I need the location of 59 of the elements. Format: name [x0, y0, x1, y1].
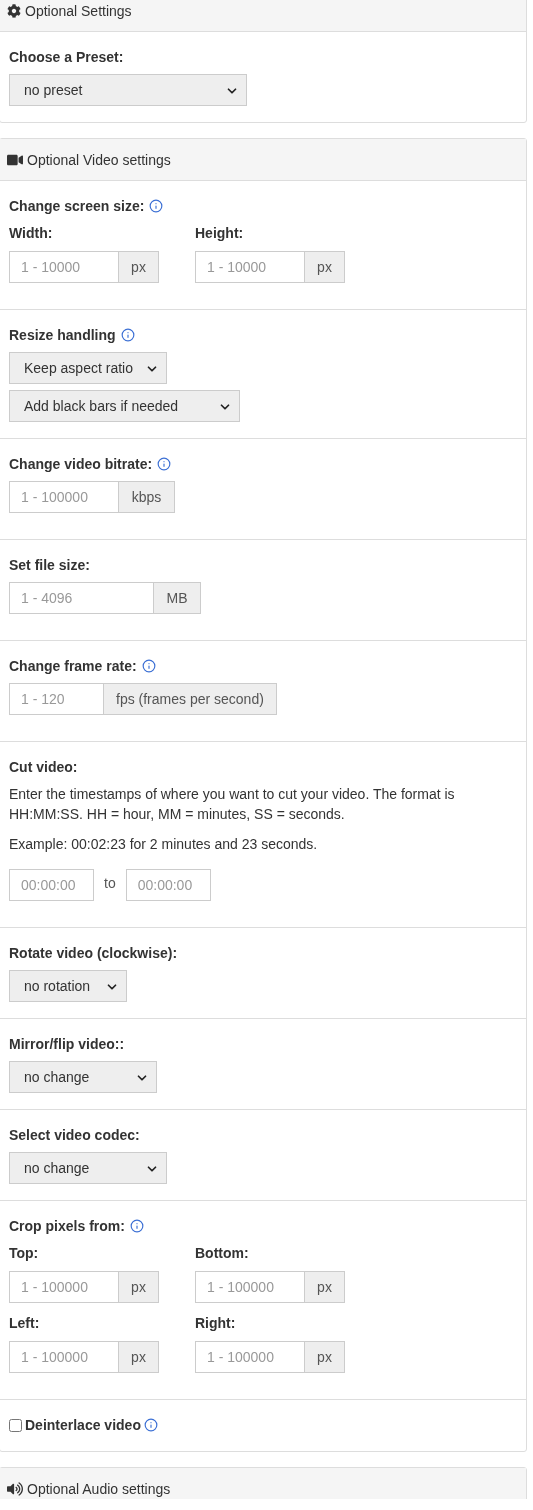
field-label: Width:: [9, 224, 54, 243]
field-label: Change video bitrate:: [9, 455, 153, 474]
field-label: Rotate video (clockwise):: [9, 944, 178, 963]
info-icon[interactable]: [143, 1418, 158, 1432]
unit-addon: px: [119, 1271, 159, 1303]
time-input[interactable]: 00:00:00: [9, 869, 94, 901]
unit-addon: px: [305, 1271, 345, 1303]
range-separator: to: [104, 875, 116, 891]
number-input[interactable]: 1 - 100000: [195, 1271, 305, 1303]
info-icon[interactable]: [157, 457, 172, 471]
info-icon[interactable]: [129, 1219, 144, 1233]
field-label: Top:: [9, 1244, 40, 1263]
time-input[interactable]: 00:00:00: [125, 869, 211, 901]
field-label: Bottom:: [195, 1244, 250, 1263]
dropdown-select[interactable]: no preset: [9, 74, 247, 106]
info-icon[interactable]: [120, 328, 135, 342]
info-icon[interactable]: [141, 659, 156, 673]
field-label: Set file size:: [9, 556, 90, 575]
field-label: Right:: [195, 1314, 237, 1333]
gear-icon: [7, 3, 21, 18]
checkbox[interactable]: [9, 1418, 22, 1432]
unit-addon: MB: [154, 582, 201, 614]
number-input[interactable]: 1 - 100000: [9, 1341, 119, 1373]
field-label: Resize handling: [9, 326, 116, 345]
field-label: Change screen size:: [9, 197, 145, 216]
dropdown-select[interactable]: no change: [9, 1152, 167, 1184]
dropdown-select[interactable]: no change: [9, 1061, 157, 1093]
field-label: Left:: [9, 1314, 41, 1333]
unit-addon: px: [305, 251, 345, 283]
field-label: Mirror/flip video::: [9, 1035, 125, 1054]
field-label: Cut video:: [9, 758, 78, 777]
number-input[interactable]: 1 - 10000: [9, 251, 119, 283]
dropdown-select[interactable]: no rotation: [9, 970, 127, 1002]
field-label: Change frame rate:: [9, 657, 137, 676]
unit-addon: px: [119, 1341, 159, 1373]
field-label: Select video codec:: [9, 1126, 140, 1145]
number-input[interactable]: 1 - 4096: [9, 582, 154, 614]
number-input[interactable]: 1 - 120: [9, 683, 104, 715]
number-input[interactable]: 1 - 100000: [9, 1271, 119, 1303]
unit-addon: fps (frames per second): [104, 683, 277, 715]
number-input[interactable]: 1 - 10000: [195, 251, 305, 283]
unit-addon: px: [305, 1341, 345, 1373]
unit-addon: kbps: [119, 481, 175, 513]
info-icon[interactable]: [149, 199, 164, 213]
field-label: Height:: [195, 224, 245, 243]
field-label: Choose a Preset:: [9, 48, 124, 67]
panel-title: Optional Settings: [25, 1, 132, 21]
panel-title: Optional Video settings: [27, 150, 171, 170]
field-label: Crop pixels from:: [9, 1217, 125, 1236]
panel-title: Optional Audio settings: [27, 1479, 171, 1499]
dropdown-select[interactable]: Add black bars if needed: [9, 390, 240, 422]
help-text: Example: 00:02:23 for 2 minutes and 23 seconds.: [9, 835, 319, 854]
help-text: Enter the timestamps of where you want to cut your video. The format is HH:MM:SS. HH = hour, MM = minutes, SS = seconds.: [9, 785, 456, 824]
dropdown-select[interactable]: Keep aspect ratio: [9, 352, 167, 384]
speaker-icon: [7, 1480, 23, 1497]
number-input[interactable]: 1 - 100000: [9, 481, 119, 513]
checkbox-label[interactable]: Deinterlace video: [25, 1415, 141, 1435]
number-input[interactable]: 1 - 100000: [195, 1341, 305, 1373]
unit-addon: px: [119, 251, 159, 283]
